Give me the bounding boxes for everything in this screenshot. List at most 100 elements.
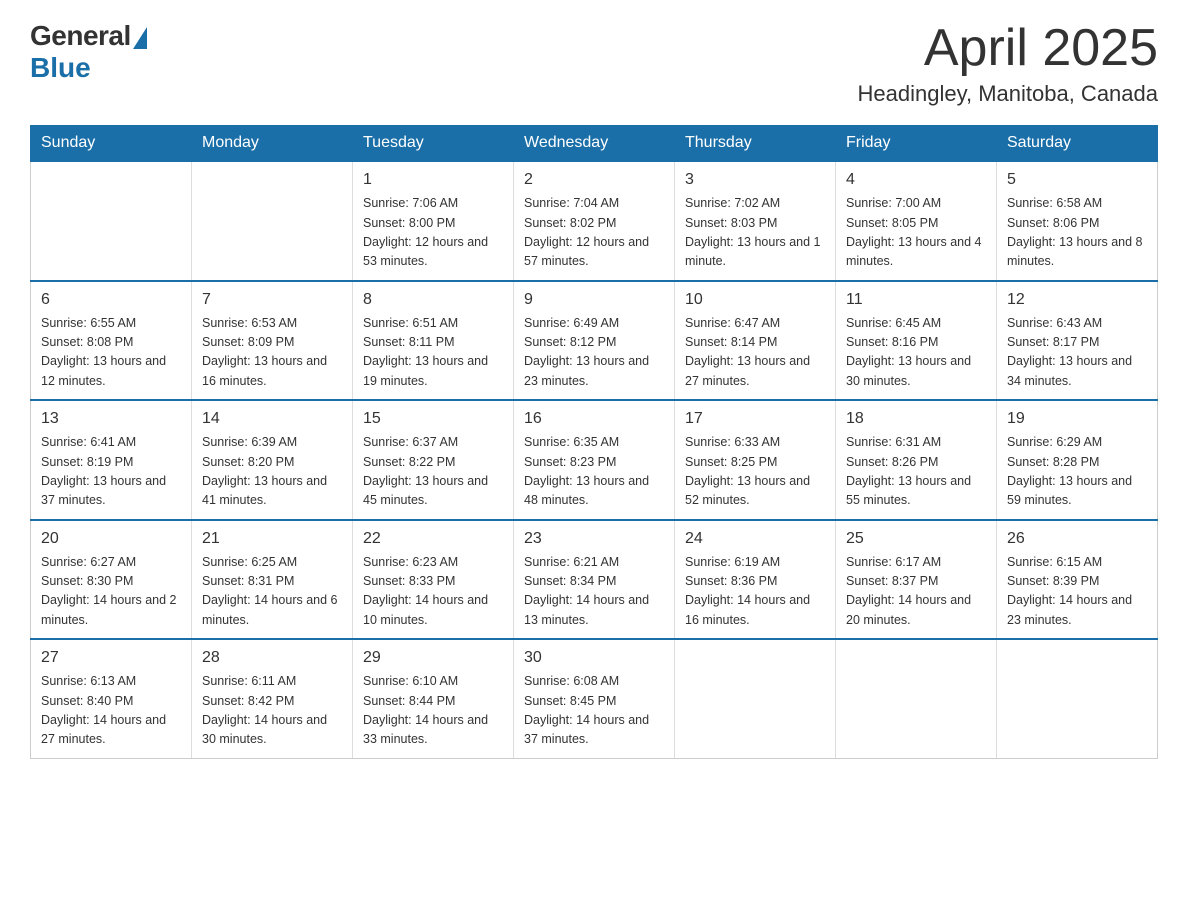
calendar-day-cell: 16Sunrise: 6:35 AM Sunset: 8:23 PM Dayli… bbox=[514, 400, 675, 520]
day-info: Sunrise: 6:51 AM Sunset: 8:11 PM Dayligh… bbox=[363, 314, 503, 392]
day-info: Sunrise: 6:17 AM Sunset: 8:37 PM Dayligh… bbox=[846, 553, 986, 631]
day-number: 16 bbox=[524, 407, 664, 431]
day-info: Sunrise: 6:15 AM Sunset: 8:39 PM Dayligh… bbox=[1007, 553, 1147, 631]
day-info: Sunrise: 6:53 AM Sunset: 8:09 PM Dayligh… bbox=[202, 314, 342, 392]
calendar-day-header: Saturday bbox=[997, 126, 1158, 162]
calendar-day-cell: 3Sunrise: 7:02 AM Sunset: 8:03 PM Daylig… bbox=[675, 161, 836, 281]
calendar-day-cell: 15Sunrise: 6:37 AM Sunset: 8:22 PM Dayli… bbox=[353, 400, 514, 520]
logo-general-text: General bbox=[30, 20, 131, 52]
day-info: Sunrise: 6:25 AM Sunset: 8:31 PM Dayligh… bbox=[202, 553, 342, 631]
calendar-day-cell: 18Sunrise: 6:31 AM Sunset: 8:26 PM Dayli… bbox=[836, 400, 997, 520]
day-info: Sunrise: 6:58 AM Sunset: 8:06 PM Dayligh… bbox=[1007, 194, 1147, 272]
calendar-day-cell: 27Sunrise: 6:13 AM Sunset: 8:40 PM Dayli… bbox=[31, 639, 192, 758]
day-number: 21 bbox=[202, 527, 342, 551]
calendar-day-cell: 8Sunrise: 6:51 AM Sunset: 8:11 PM Daylig… bbox=[353, 281, 514, 401]
day-number: 1 bbox=[363, 168, 503, 192]
day-number: 15 bbox=[363, 407, 503, 431]
day-info: Sunrise: 6:37 AM Sunset: 8:22 PM Dayligh… bbox=[363, 433, 503, 511]
calendar-day-cell: 24Sunrise: 6:19 AM Sunset: 8:36 PM Dayli… bbox=[675, 520, 836, 640]
day-info: Sunrise: 7:04 AM Sunset: 8:02 PM Dayligh… bbox=[524, 194, 664, 272]
calendar-day-cell: 22Sunrise: 6:23 AM Sunset: 8:33 PM Dayli… bbox=[353, 520, 514, 640]
day-info: Sunrise: 6:10 AM Sunset: 8:44 PM Dayligh… bbox=[363, 672, 503, 750]
calendar-day-cell: 17Sunrise: 6:33 AM Sunset: 8:25 PM Dayli… bbox=[675, 400, 836, 520]
calendar-day-cell: 21Sunrise: 6:25 AM Sunset: 8:31 PM Dayli… bbox=[192, 520, 353, 640]
day-number: 4 bbox=[846, 168, 986, 192]
day-info: Sunrise: 6:33 AM Sunset: 8:25 PM Dayligh… bbox=[685, 433, 825, 511]
day-number: 2 bbox=[524, 168, 664, 192]
day-number: 7 bbox=[202, 288, 342, 312]
day-number: 12 bbox=[1007, 288, 1147, 312]
calendar-day-cell: 5Sunrise: 6:58 AM Sunset: 8:06 PM Daylig… bbox=[997, 161, 1158, 281]
day-number: 17 bbox=[685, 407, 825, 431]
calendar-day-header: Monday bbox=[192, 126, 353, 162]
calendar-day-header: Tuesday bbox=[353, 126, 514, 162]
day-number: 29 bbox=[363, 646, 503, 670]
calendar-week-row: 27Sunrise: 6:13 AM Sunset: 8:40 PM Dayli… bbox=[31, 639, 1158, 758]
day-number: 26 bbox=[1007, 527, 1147, 551]
day-info: Sunrise: 6:11 AM Sunset: 8:42 PM Dayligh… bbox=[202, 672, 342, 750]
day-info: Sunrise: 6:31 AM Sunset: 8:26 PM Dayligh… bbox=[846, 433, 986, 511]
calendar-day-header: Wednesday bbox=[514, 126, 675, 162]
day-number: 3 bbox=[685, 168, 825, 192]
day-number: 8 bbox=[363, 288, 503, 312]
day-info: Sunrise: 7:02 AM Sunset: 8:03 PM Dayligh… bbox=[685, 194, 825, 272]
day-number: 22 bbox=[363, 527, 503, 551]
calendar-day-cell: 1Sunrise: 7:06 AM Sunset: 8:00 PM Daylig… bbox=[353, 161, 514, 281]
day-number: 6 bbox=[41, 288, 181, 312]
calendar-day-cell: 25Sunrise: 6:17 AM Sunset: 8:37 PM Dayli… bbox=[836, 520, 997, 640]
calendar-day-cell: 19Sunrise: 6:29 AM Sunset: 8:28 PM Dayli… bbox=[997, 400, 1158, 520]
day-info: Sunrise: 6:55 AM Sunset: 8:08 PM Dayligh… bbox=[41, 314, 181, 392]
day-number: 10 bbox=[685, 288, 825, 312]
calendar-day-cell: 12Sunrise: 6:43 AM Sunset: 8:17 PM Dayli… bbox=[997, 281, 1158, 401]
calendar-day-cell: 26Sunrise: 6:15 AM Sunset: 8:39 PM Dayli… bbox=[997, 520, 1158, 640]
calendar-day-cell: 7Sunrise: 6:53 AM Sunset: 8:09 PM Daylig… bbox=[192, 281, 353, 401]
logo: General Blue bbox=[30, 20, 147, 84]
page-header: General Blue April 2025 Headingley, Mani… bbox=[30, 20, 1158, 107]
day-number: 27 bbox=[41, 646, 181, 670]
calendar-week-row: 1Sunrise: 7:06 AM Sunset: 8:00 PM Daylig… bbox=[31, 161, 1158, 281]
calendar-day-cell bbox=[997, 639, 1158, 758]
calendar-day-cell: 9Sunrise: 6:49 AM Sunset: 8:12 PM Daylig… bbox=[514, 281, 675, 401]
calendar-day-cell: 14Sunrise: 6:39 AM Sunset: 8:20 PM Dayli… bbox=[192, 400, 353, 520]
logo-triangle-icon bbox=[133, 27, 147, 49]
calendar-table: SundayMondayTuesdayWednesdayThursdayFrid… bbox=[30, 125, 1158, 759]
calendar-day-cell: 29Sunrise: 6:10 AM Sunset: 8:44 PM Dayli… bbox=[353, 639, 514, 758]
day-number: 9 bbox=[524, 288, 664, 312]
day-info: Sunrise: 6:08 AM Sunset: 8:45 PM Dayligh… bbox=[524, 672, 664, 750]
day-number: 18 bbox=[846, 407, 986, 431]
calendar-day-cell: 20Sunrise: 6:27 AM Sunset: 8:30 PM Dayli… bbox=[31, 520, 192, 640]
logo-blue-text: Blue bbox=[30, 52, 91, 84]
calendar-day-cell bbox=[675, 639, 836, 758]
calendar-day-cell: 10Sunrise: 6:47 AM Sunset: 8:14 PM Dayli… bbox=[675, 281, 836, 401]
day-info: Sunrise: 6:21 AM Sunset: 8:34 PM Dayligh… bbox=[524, 553, 664, 631]
day-info: Sunrise: 6:23 AM Sunset: 8:33 PM Dayligh… bbox=[363, 553, 503, 631]
calendar-day-header: Friday bbox=[836, 126, 997, 162]
calendar-day-cell bbox=[836, 639, 997, 758]
calendar-week-row: 20Sunrise: 6:27 AM Sunset: 8:30 PM Dayli… bbox=[31, 520, 1158, 640]
day-info: Sunrise: 6:27 AM Sunset: 8:30 PM Dayligh… bbox=[41, 553, 181, 631]
day-number: 30 bbox=[524, 646, 664, 670]
calendar-week-row: 6Sunrise: 6:55 AM Sunset: 8:08 PM Daylig… bbox=[31, 281, 1158, 401]
day-number: 13 bbox=[41, 407, 181, 431]
calendar-day-cell: 13Sunrise: 6:41 AM Sunset: 8:19 PM Dayli… bbox=[31, 400, 192, 520]
day-number: 23 bbox=[524, 527, 664, 551]
day-number: 5 bbox=[1007, 168, 1147, 192]
calendar-day-header: Thursday bbox=[675, 126, 836, 162]
day-info: Sunrise: 7:00 AM Sunset: 8:05 PM Dayligh… bbox=[846, 194, 986, 272]
calendar-day-cell: 23Sunrise: 6:21 AM Sunset: 8:34 PM Dayli… bbox=[514, 520, 675, 640]
day-number: 20 bbox=[41, 527, 181, 551]
day-info: Sunrise: 6:19 AM Sunset: 8:36 PM Dayligh… bbox=[685, 553, 825, 631]
day-info: Sunrise: 6:13 AM Sunset: 8:40 PM Dayligh… bbox=[41, 672, 181, 750]
calendar-day-cell: 4Sunrise: 7:00 AM Sunset: 8:05 PM Daylig… bbox=[836, 161, 997, 281]
day-info: Sunrise: 6:35 AM Sunset: 8:23 PM Dayligh… bbox=[524, 433, 664, 511]
day-number: 14 bbox=[202, 407, 342, 431]
calendar-day-cell: 11Sunrise: 6:45 AM Sunset: 8:16 PM Dayli… bbox=[836, 281, 997, 401]
day-info: Sunrise: 6:49 AM Sunset: 8:12 PM Dayligh… bbox=[524, 314, 664, 392]
day-info: Sunrise: 6:43 AM Sunset: 8:17 PM Dayligh… bbox=[1007, 314, 1147, 392]
day-number: 24 bbox=[685, 527, 825, 551]
calendar-day-cell bbox=[31, 161, 192, 281]
day-number: 25 bbox=[846, 527, 986, 551]
title-block: April 2025 Headingley, Manitoba, Canada bbox=[858, 20, 1158, 107]
calendar-day-cell: 28Sunrise: 6:11 AM Sunset: 8:42 PM Dayli… bbox=[192, 639, 353, 758]
day-number: 28 bbox=[202, 646, 342, 670]
